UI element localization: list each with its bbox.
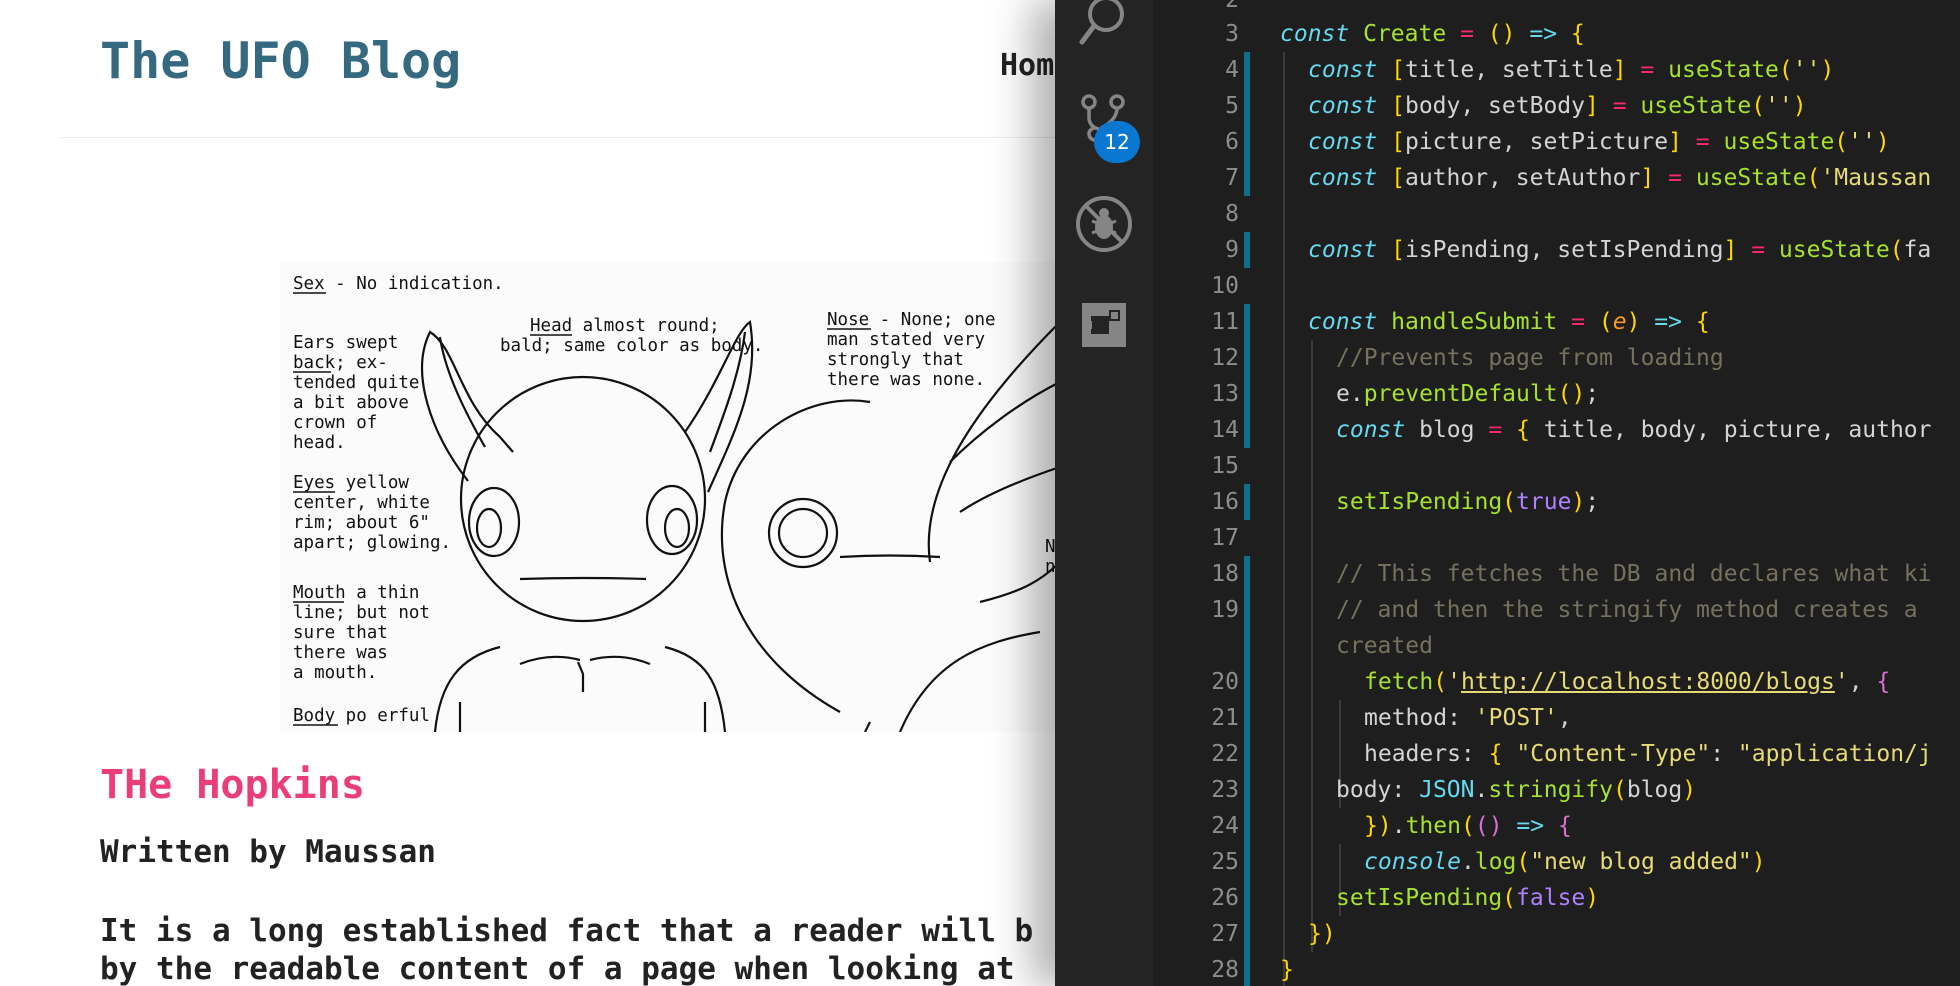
code-line: 14 const blog = { title, body, picture, a… — [1153, 412, 1960, 448]
blog-page: The UFO Blog Hom Sex - No indication. He… — [0, 0, 1060, 986]
annotation-mouth-4: there was — [293, 643, 388, 663]
annotation-nose-3: strongly that — [827, 350, 964, 370]
code-line: 20 fetch('http://localhost:8000/blogs', { — [1153, 664, 1960, 700]
annotation-eyes-4: apart; glowing. — [293, 533, 451, 553]
post-body-line: It is a long established fact that a rea… — [100, 913, 1034, 949]
post-title[interactable]: THe Hopkins — [100, 762, 365, 808]
code-line: 3 const Create = () => { — [1225, 21, 1585, 47]
annotation-mouth-3: sure that — [293, 623, 388, 643]
post-body-line: by the readable content of a page when l… — [100, 951, 1015, 986]
annotation-nose-4: there was none. — [827, 370, 985, 390]
code-line: 17 — [1153, 520, 1960, 556]
annotation-head-1: Head almost round; — [530, 316, 720, 336]
code-line: 9 const [isPending, setIsPending] = useSt… — [1153, 232, 1960, 268]
code-line: 12//Prevents page from loading — [1153, 340, 1960, 376]
code-editor[interactable]: 2 3 const Create = () => { 4 const [title… — [1153, 0, 1960, 986]
code-line: 13 e.preventDefault(); — [1153, 376, 1960, 412]
code-line: 15 — [1153, 448, 1960, 484]
annotation-eyes-3: rim; about 6" — [293, 513, 430, 533]
code-line: 16 setIsPending(true); — [1153, 484, 1960, 520]
annotation-sex: Sex - No indication. — [293, 274, 504, 294]
no-debug-icon[interactable] — [1073, 193, 1135, 255]
annotation-head-2: bald; same color as body. — [500, 336, 763, 356]
annotation-ears-5: crown of — [293, 413, 377, 433]
activity-bar: 12 — [1055, 0, 1153, 986]
annotation-body: Body po erful — [293, 706, 430, 726]
code-line: created — [1153, 628, 1960, 664]
annotation-nose-1: Nose - None; one — [827, 310, 996, 330]
code-line: 8 — [1153, 196, 1960, 232]
post-author: Written by Maussan — [100, 834, 436, 870]
creature-front-drawing — [421, 320, 754, 732]
annotation-mouth-2: line; but not — [293, 603, 430, 623]
annotation-nose-2: man stated very — [827, 330, 985, 350]
annotation-cut-1: N — [1045, 537, 1056, 557]
code-line: 27}) — [1153, 916, 1960, 952]
blog-post-image: Sex - No indication. Head almost round; … — [280, 262, 1060, 732]
vscode-window: 12 2 3 const Create = () => { 4 const [ti… — [1055, 0, 1960, 986]
code-line: 18// This fetches the DB and declares wh… — [1153, 556, 1960, 592]
code-line: 6 const [picture, setPicture] = useState(… — [1153, 124, 1960, 160]
annotation-eyes-2: center, white — [293, 493, 430, 513]
code-line: 24}).then(() => { — [1153, 808, 1960, 844]
code-line: 26 setIsPending(false) — [1153, 880, 1960, 916]
source-control-badge: 12 — [1094, 121, 1140, 163]
code-line: 23 body: JSON.stringify(blog) — [1153, 772, 1960, 808]
code-line: 21 method: 'POST', — [1153, 700, 1960, 736]
nav-link-home[interactable]: Hom — [1000, 48, 1054, 83]
annotation-ears-2: back; ex- — [293, 353, 388, 373]
site-title[interactable]: The UFO Blog — [100, 32, 461, 90]
code-line: 19// and then the stringify method creat… — [1153, 592, 1960, 628]
code-line: 7 const [author, setAuthor] = useState('M… — [1153, 160, 1960, 196]
code-line: 22 headers: { "Content-Type": "applicatio… — [1153, 736, 1960, 772]
code-line: 25 console.log("new blog added") — [1153, 844, 1960, 880]
extensions-icon[interactable] — [1073, 294, 1135, 356]
annotation-ears-3: tended quite — [293, 373, 419, 393]
annotation-eyes-1: Eyes yellow — [293, 473, 409, 493]
annotation-mouth-1: Mouth a thin — [293, 583, 419, 603]
search-icon[interactable] — [1073, 0, 1135, 54]
annotation-ears-6: head. — [293, 433, 346, 453]
annotation-ears-4: a bit above — [293, 393, 409, 413]
header-divider — [60, 137, 1060, 138]
code-line: 5 const [body, setBody] = useState('') — [1153, 88, 1960, 124]
annotation-ears-1: Ears swept — [293, 333, 398, 353]
code-line: 11 const handleSubmit = (e) => { — [1153, 304, 1960, 340]
annotation-mouth-5: a mouth. — [293, 663, 377, 683]
code-line: 4 const [title, setTitle] = useState('') — [1153, 52, 1960, 88]
code-line: 10 — [1153, 268, 1960, 304]
post-body: It is a long established fact that a rea… — [100, 912, 1060, 986]
code-line: 28} — [1153, 952, 1960, 986]
